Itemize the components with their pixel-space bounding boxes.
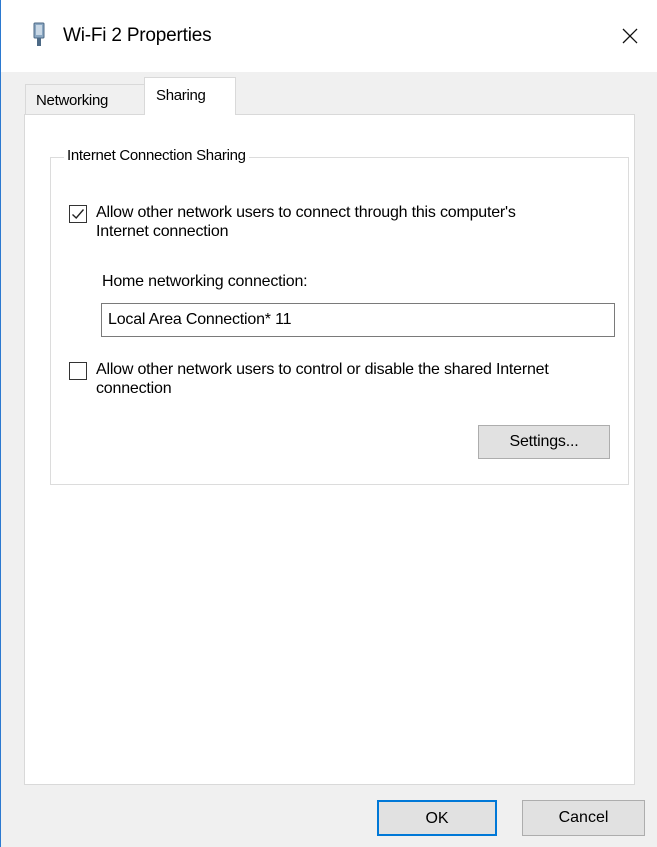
tab-networking-label: Networking — [36, 92, 109, 109]
group-label: Internet Connection Sharing — [64, 146, 249, 166]
close-icon[interactable] — [613, 20, 647, 52]
allow-control-label[interactable]: Allow other network users to control or … — [96, 360, 556, 398]
settings-button[interactable]: Settings... — [478, 425, 610, 459]
tab-sharing[interactable]: Sharing — [144, 77, 236, 115]
tab-sharing-label: Sharing — [156, 87, 206, 104]
internet-connection-sharing-group: Internet Connection Sharing Allow other … — [50, 146, 629, 485]
home-networking-label: Home networking connection: — [102, 273, 308, 290]
properties-dialog: Wi-Fi 2 Properties Networking Sharing In… — [0, 0, 657, 847]
ok-button[interactable]: OK — [377, 800, 497, 836]
checkmark-icon — [72, 209, 85, 220]
tab-networking[interactable]: Networking — [25, 84, 145, 114]
allow-connect-checkbox[interactable] — [69, 205, 87, 223]
title-bar[interactable]: Wi-Fi 2 Properties — [1, 0, 657, 72]
allow-control-checkbox[interactable] — [69, 362, 87, 380]
allow-connect-label[interactable]: Allow other network users to connect thr… — [96, 203, 556, 241]
sharing-tab-panel: Internet Connection Sharing Allow other … — [24, 114, 635, 785]
cancel-button[interactable]: Cancel — [522, 800, 645, 836]
network-adapter-icon — [33, 22, 45, 46]
home-networking-field[interactable]: Local Area Connection* 11 — [101, 303, 615, 337]
window-title: Wi-Fi 2 Properties — [63, 25, 212, 46]
